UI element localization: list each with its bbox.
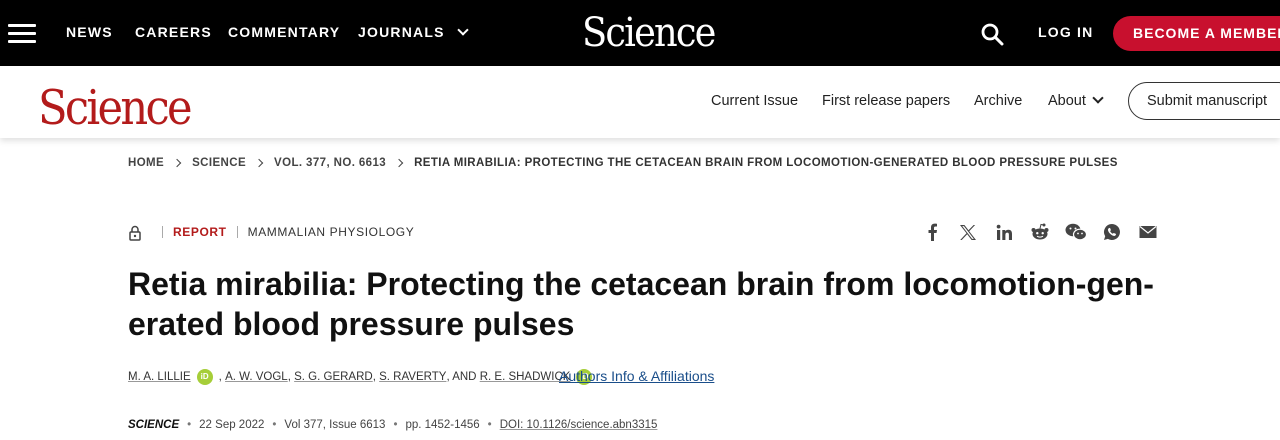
- search-icon[interactable]: [980, 22, 1004, 46]
- lock-icon: [129, 225, 141, 241]
- submit-manuscript-button[interactable]: Submit manuscript: [1128, 82, 1280, 120]
- reddit-icon[interactable]: [1029, 222, 1051, 242]
- whatsapp-icon[interactable]: [1101, 222, 1123, 242]
- author-list: M. A. LILLIE iD , A. W. VOGL , S. G. GER…: [128, 369, 598, 385]
- citation-volume: Vol 377, Issue 6613: [284, 419, 386, 431]
- article-type: REPORT: [173, 225, 227, 239]
- science-logo-header[interactable]: Science: [582, 10, 716, 56]
- bullet-separator: •: [272, 419, 277, 431]
- article-title: Retia mirabilia: Protecting the cetacean…: [128, 266, 1154, 342]
- divider: [162, 226, 163, 238]
- science-journal-logo[interactable]: Science: [38, 80, 193, 136]
- nav-careers[interactable]: CAREERS: [135, 24, 212, 40]
- doi-link[interactable]: DOI: 10.1126/science.abn3315: [500, 419, 658, 431]
- nav-archive[interactable]: Archive: [974, 93, 1022, 109]
- author-name[interactable]: A. W. VOGL: [225, 371, 288, 383]
- orcid-icon[interactable]: iD: [196, 369, 213, 385]
- chevron-down-icon: [456, 24, 469, 36]
- email-icon[interactable]: [1137, 222, 1159, 242]
- divider: [236, 226, 238, 238]
- chevron-down-icon: [1092, 92, 1104, 104]
- facebook-icon[interactable]: [921, 222, 943, 242]
- breadcrumb-volume[interactable]: VOL. 377, NO. 6613: [274, 157, 386, 169]
- citation-line: SCIENCE • 22 Sep 2022 • Vol 377, Issue 6…: [128, 419, 657, 431]
- login-link[interactable]: LOG IN: [1038, 24, 1093, 40]
- citation-journal: SCIENCE: [128, 419, 180, 431]
- breadcrumb: HOME SCIENCE VOL. 377, NO. 6613 RETIA MI…: [128, 157, 1118, 169]
- menu-icon[interactable]: [8, 24, 36, 44]
- linkedin-icon[interactable]: [993, 222, 1015, 242]
- article-subject[interactable]: MAMMALIAN PHYSIOLOGY: [248, 225, 415, 239]
- citation-pages: pp. 1452-1456: [405, 419, 480, 431]
- author-name[interactable]: M. A. LILLIE: [128, 371, 191, 383]
- nav-commentary[interactable]: COMMENTARY: [228, 24, 340, 40]
- wechat-icon[interactable]: [1065, 222, 1087, 242]
- breadcrumb-home[interactable]: HOME: [128, 157, 164, 169]
- author-name[interactable]: R. E. SHADWICK: [480, 371, 571, 383]
- x-icon[interactable]: [957, 222, 979, 242]
- author-separator: , AND: [446, 371, 477, 383]
- bullet-separator: •: [187, 419, 192, 431]
- author-name[interactable]: S. RAVERTY: [379, 371, 446, 383]
- chevron-right-icon: [394, 158, 404, 168]
- nav-first-release[interactable]: First release papers: [822, 93, 950, 109]
- breadcrumb-current: RETIA MIRABILIA: PROTECTING THE CETACEAN…: [414, 157, 1118, 169]
- nav-journals-label: JOURNALS: [358, 24, 445, 40]
- nav-about[interactable]: About: [1048, 92, 1104, 109]
- bullet-separator: •: [487, 419, 492, 431]
- authors-info-affiliations-link[interactable]: Authors Info & Affiliations: [559, 368, 714, 384]
- bullet-separator: •: [393, 419, 398, 431]
- become-member-button[interactable]: BECOME A MEMBER: [1113, 16, 1280, 51]
- article-meta: REPORT MAMMALIAN PHYSIOLOGY: [128, 224, 415, 241]
- citation-date: 22 Sep 2022: [199, 419, 265, 431]
- author-separator: ,: [372, 371, 376, 383]
- nav-journals[interactable]: JOURNALS: [358, 24, 469, 40]
- nav-current-issue[interactable]: Current Issue: [711, 93, 798, 109]
- author-separator: ,: [287, 371, 291, 383]
- breadcrumb-science[interactable]: SCIENCE: [192, 157, 246, 169]
- chevron-right-icon: [254, 158, 264, 168]
- nav-about-label: About: [1048, 93, 1086, 109]
- author-name[interactable]: S. G. GERARD: [294, 371, 373, 383]
- chevron-right-icon: [172, 158, 182, 168]
- author-separator: ,: [218, 371, 222, 383]
- nav-news[interactable]: NEWS: [66, 24, 113, 40]
